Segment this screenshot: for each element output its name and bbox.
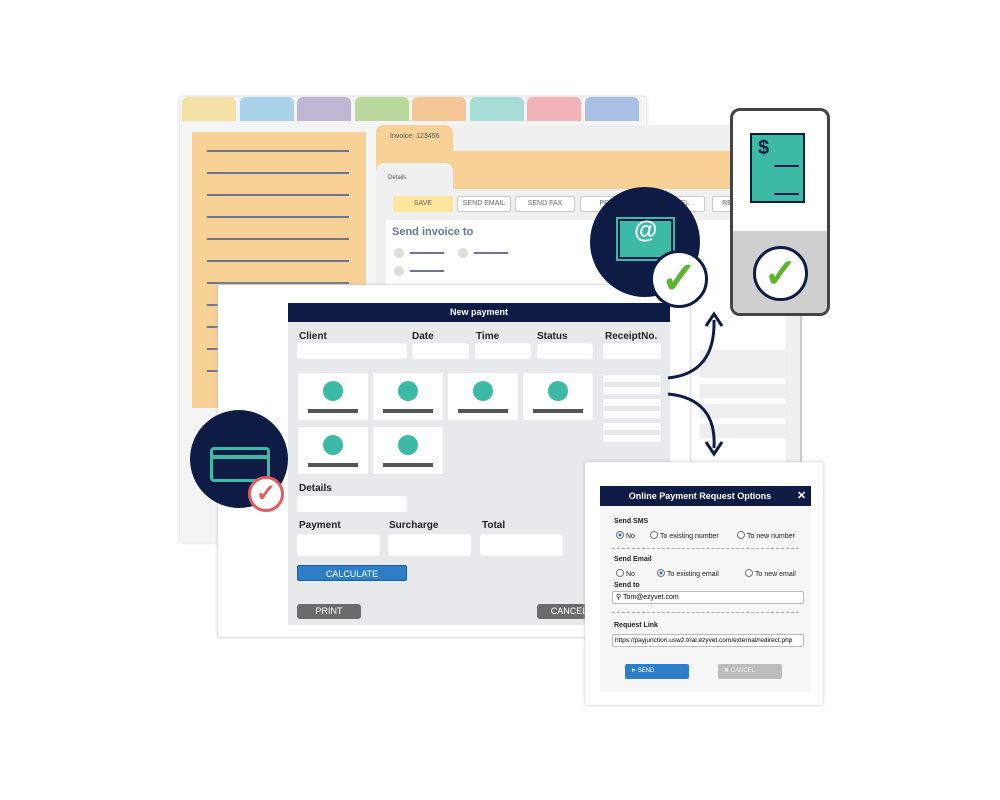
client-input[interactable] xyxy=(297,343,407,359)
email-check-icon: ✓ xyxy=(650,250,708,308)
color-tab[interactable] xyxy=(412,97,466,121)
invoice-tab-label[interactable]: Invoice: 123456 xyxy=(390,133,439,140)
payment-method-card[interactable] xyxy=(373,427,443,474)
send-to-input[interactable]: ⚲ Tom@ezyvet.com xyxy=(612,591,804,604)
time-input[interactable] xyxy=(475,343,531,359)
invoice-document-icon: $ xyxy=(750,133,805,203)
request-link-input[interactable]: https://payjunction.usw2.trial.ezyvet.co… xyxy=(612,634,804,647)
color-tab[interactable] xyxy=(297,97,351,121)
print-payment-button[interactable]: PRINT xyxy=(297,604,361,619)
details-tab[interactable]: Details xyxy=(388,175,406,181)
color-tab[interactable] xyxy=(354,97,409,121)
payment-input[interactable] xyxy=(297,534,380,556)
new-payment-title: New payment xyxy=(288,303,670,322)
details-label: Details xyxy=(299,483,332,494)
time-label: Time xyxy=(476,331,500,342)
phone: $ ✓ xyxy=(730,108,830,316)
send-sms-label: Send SMS xyxy=(614,518,649,525)
email-radio-new[interactable]: To new email xyxy=(745,569,796,578)
x-icon: ✖ xyxy=(724,668,731,674)
payment-method-card[interactable] xyxy=(523,373,593,420)
payment-label: Payment xyxy=(299,520,341,531)
sms-radio-existing[interactable]: To existing number xyxy=(650,531,719,540)
payment-method-card[interactable] xyxy=(448,373,518,420)
calculate-button[interactable]: CALCULATE xyxy=(297,565,407,581)
dialog-body: Online Payment Request Options ✕ Send SM… xyxy=(600,486,811,692)
note-line xyxy=(207,194,349,196)
color-tab[interactable] xyxy=(239,97,294,121)
date-input[interactable] xyxy=(412,343,469,359)
close-icon[interactable]: ✕ xyxy=(797,489,806,502)
dialog-cancel-button[interactable]: ✖ CANCEL xyxy=(718,664,782,679)
total-input[interactable] xyxy=(480,534,563,556)
surcharge-input[interactable] xyxy=(388,534,471,556)
send-fax-button[interactable]: SEND FAX xyxy=(515,196,575,212)
color-tab[interactable] xyxy=(584,97,639,121)
status-input[interactable] xyxy=(537,343,593,359)
search-icon: ⚲ xyxy=(616,594,623,601)
dialog-title: Online Payment Request Options xyxy=(628,491,772,501)
sms-radio-new[interactable]: To new number xyxy=(737,531,795,540)
status-label: Status xyxy=(537,331,568,342)
send-to-label: Send to xyxy=(614,582,640,589)
client-label: Client xyxy=(299,331,327,342)
date-label: Date xyxy=(412,331,434,342)
phone-check-icon: ✓ xyxy=(753,246,808,301)
payment-method-card[interactable] xyxy=(298,427,368,474)
dollar-icon: $ xyxy=(758,137,770,159)
note-line xyxy=(207,238,349,240)
note-line xyxy=(207,150,349,152)
color-tab[interactable] xyxy=(469,97,524,121)
details-input[interactable] xyxy=(297,496,407,512)
note-line xyxy=(207,282,349,284)
note-line xyxy=(207,260,349,262)
note-line xyxy=(207,172,349,174)
sms-radio-no[interactable]: No xyxy=(616,531,635,540)
send-button[interactable]: ➤ SEND xyxy=(625,664,689,679)
request-link-label: Request Link xyxy=(614,622,658,629)
color-tab[interactable] xyxy=(182,97,236,121)
save-button[interactable]: SAVE xyxy=(393,196,453,212)
color-tab[interactable] xyxy=(527,97,581,121)
total-label: Total xyxy=(482,520,506,531)
note-line xyxy=(207,216,349,218)
send-invoice-heading: Send invoice to xyxy=(392,226,474,238)
payment-method-card[interactable] xyxy=(298,373,368,420)
send-icon: ➤ xyxy=(631,668,638,674)
send-email-label: Send Email xyxy=(614,556,652,563)
email-radio-no[interactable]: No xyxy=(616,569,635,578)
payment-method-card[interactable] xyxy=(373,373,443,420)
email-radio-existing[interactable]: To existing email xyxy=(657,569,719,578)
surcharge-label: Surcharge xyxy=(389,520,439,531)
flow-arrows xyxy=(667,311,724,457)
send-email-button[interactable]: SEND EMAIL xyxy=(457,196,511,212)
card-check-icon: ✓ xyxy=(248,476,284,512)
